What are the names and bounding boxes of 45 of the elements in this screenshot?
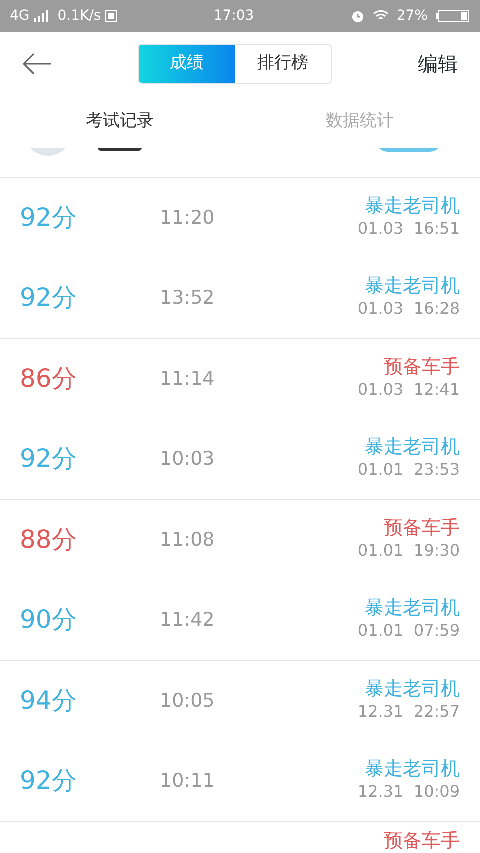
duration-text: 10:05	[160, 688, 215, 714]
date-text: 01.03 16:51	[358, 218, 460, 240]
rank-title: 暴走老司机	[365, 194, 460, 218]
score-text: 86分	[20, 363, 78, 396]
rank-title: 暴走老司机	[365, 596, 460, 620]
duration-text: 10:11	[160, 768, 215, 794]
rank-title: 暴走老司机	[365, 678, 460, 700]
back-button[interactable]	[22, 52, 52, 76]
score-text: 92分	[20, 443, 78, 476]
battery-label: 27%	[396, 6, 428, 26]
alarm-icon	[350, 9, 365, 23]
score-text: 92分	[20, 282, 78, 314]
date-text: 01.01 19:30	[358, 540, 460, 562]
date-text: 12.31 22:57	[358, 701, 460, 724]
tab[interactable]: 考试记录	[0, 96, 240, 148]
signal-icon	[34, 10, 50, 22]
duration-text: 10:03	[160, 446, 215, 472]
score-text: 90分	[20, 604, 78, 636]
wifi-icon	[372, 10, 389, 22]
duration-text: 11:20	[160, 206, 215, 231]
score-text: 92分	[20, 202, 78, 234]
score-text: 94分	[20, 685, 78, 718]
duration-text: 13:52	[160, 286, 215, 311]
date-text: 01.03 16:28	[358, 298, 460, 320]
rank-title: 预备车手	[384, 356, 460, 378]
edit-button[interactable]: 编辑	[418, 49, 458, 79]
clock-label: 17:03	[212, 6, 256, 26]
duration-text: 11:14	[160, 366, 215, 392]
rank-title: 预备车手	[384, 516, 460, 540]
battery-icon	[436, 9, 470, 23]
score-text: 88分	[20, 524, 78, 556]
rank-title: 暴走老司机	[365, 274, 460, 298]
rank-title: 暴走老司机	[365, 758, 460, 780]
network-label: 4G	[10, 6, 30, 26]
duration-text: 11:42	[160, 608, 215, 633]
sim-icon	[105, 10, 118, 22]
date-text: 01.03 12:41	[358, 379, 460, 402]
rank-title: 预备车手	[384, 830, 460, 853]
date-text: 12.31 10:09	[358, 781, 460, 804]
rank-title: 暴走老司机	[365, 436, 460, 458]
date-text: 01.01 07:59	[358, 620, 460, 642]
score-text: 92分	[20, 765, 78, 798]
speed-label: 0.1K/s	[58, 6, 102, 26]
duration-text: 11:08	[160, 528, 215, 553]
date-text: 01.01 23:53	[358, 459, 460, 482]
